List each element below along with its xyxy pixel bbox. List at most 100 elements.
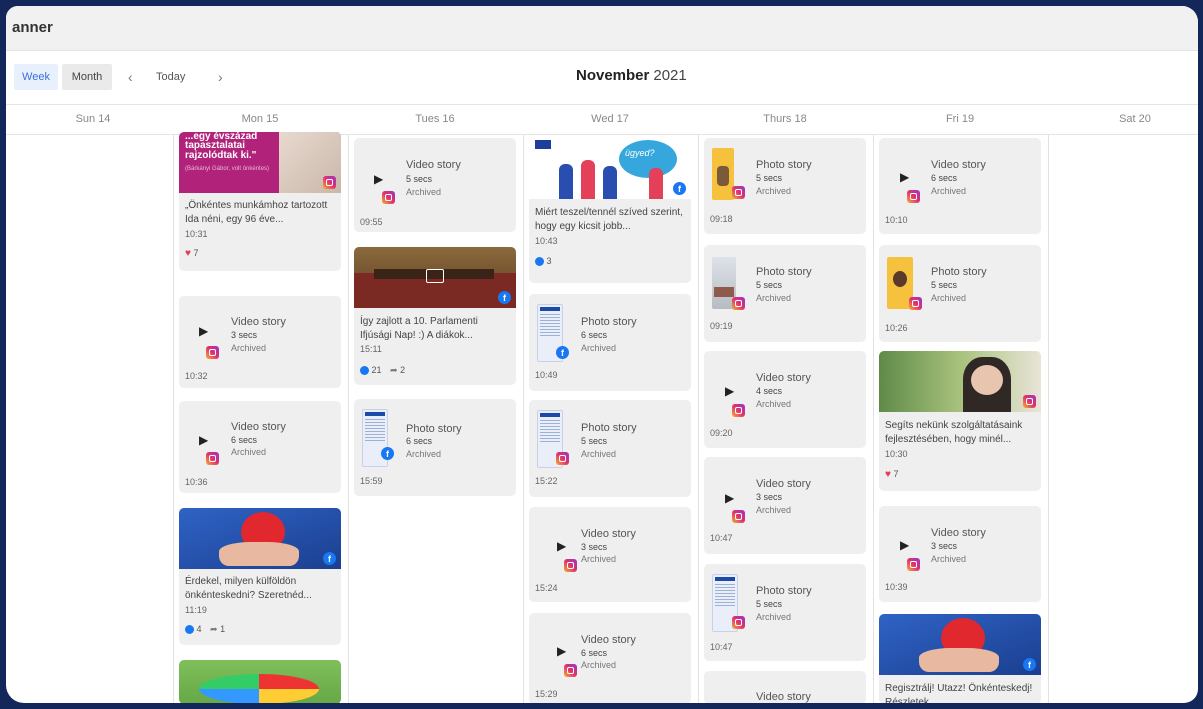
facebook-icon: f: [323, 552, 336, 565]
post-text: „Önkéntes munkámhoz tartozott Ida néni, …: [185, 200, 328, 225]
facebook-icon: f: [673, 182, 686, 195]
video-story-card[interactable]: ▶ Video story 3 secs Archived 10:47: [704, 457, 866, 554]
story-title: Photo story: [931, 266, 987, 278]
play-icon: ▶: [199, 433, 209, 447]
post-card[interactable]: Segíts nekünk szolgáltatásaink fejleszté…: [879, 351, 1041, 491]
play-icon: ▶: [374, 172, 384, 186]
story-title: Video story: [931, 159, 986, 171]
video-story-card[interactable]: ▶ Video story 3 secs Archived 10:39: [879, 506, 1041, 602]
post-time: 15:29: [535, 689, 558, 699]
instagram-icon: [382, 191, 395, 204]
instagram-icon: [556, 452, 569, 465]
photo-story-card[interactable]: Photo story 5 secs Archived 10:26: [879, 245, 1041, 342]
year: 2021: [653, 67, 687, 84]
share-icon: ➦: [390, 365, 398, 375]
play-icon: ▶: [557, 539, 567, 553]
story-title: Video story: [581, 634, 636, 646]
play-icon: ▶: [557, 644, 567, 658]
day-header-fri: Fri 19: [945, 113, 975, 125]
video-story-card[interactable]: ▶ Video story 4 secs Archived 09:20: [704, 351, 866, 448]
post-time: 10:49: [535, 370, 558, 380]
story-status: Archived: [231, 343, 267, 353]
month-view-button[interactable]: Month: [62, 64, 112, 90]
photo-story-card[interactable]: Photo story 5 secs Archived 09:18: [704, 138, 866, 234]
story-status: Archived: [231, 447, 267, 457]
story-duration: 3 secs: [931, 541, 958, 551]
photo-story-card[interactable]: Photo story 5 secs Archived 15:22: [529, 400, 691, 497]
play-icon: ▶: [199, 324, 209, 338]
video-story-card[interactable]: ▶ Video story 6 secs Archived 15:29: [529, 613, 691, 703]
today-button[interactable]: Today: [156, 64, 185, 90]
story-title: Photo story: [756, 159, 812, 171]
story-title: Photo story: [756, 585, 812, 597]
post-card[interactable]: ügyed? f Miért teszel/tennél szíved szer…: [529, 138, 691, 283]
instagram-icon: [732, 510, 745, 523]
post-stats: ♥ 7: [185, 248, 198, 259]
day-column-fri: ▶ Video story 6 secs Archived 10:10 Phot…: [873, 134, 1048, 703]
story-title: Video story: [756, 478, 811, 490]
post-time: 10:47: [710, 642, 733, 652]
instagram-icon: [907, 558, 920, 571]
video-story-card[interactable]: ▶ Video story 5 secs Archived 09:55: [354, 138, 516, 232]
like-count: 4: [196, 624, 202, 634]
instagram-icon: [564, 559, 577, 572]
post-card[interactable]: ...egy évszázad tapasztalatai rajzolódta…: [179, 132, 341, 271]
photo-story-card[interactable]: f Photo story 6 secs Archived 15:59: [354, 399, 516, 496]
post-time: 09:20: [710, 428, 733, 438]
video-story-card[interactable]: ▶ Video story 6 secs Archived 10:10: [879, 138, 1041, 234]
story-duration: 3 secs: [231, 330, 258, 340]
photo-story-card[interactable]: Photo story 5 secs Archived 09:19: [704, 245, 866, 342]
heart-icon: ♥: [185, 248, 191, 259]
story-status: Archived: [581, 343, 617, 353]
story-duration: 6 secs: [231, 435, 258, 445]
post-time: 10:47: [710, 533, 733, 543]
story-status: Archived: [756, 612, 792, 622]
photo-story-card[interactable]: Photo story 5 secs Archived 10:47: [704, 564, 866, 661]
next-week-icon[interactable]: ›: [218, 64, 223, 90]
story-duration: 5 secs: [406, 174, 433, 184]
like-icon: [535, 257, 544, 267]
post-stats: ♥ 7: [885, 469, 898, 480]
post-card[interactable]: [179, 660, 341, 703]
instagram-icon: [564, 664, 577, 677]
post-text: Regisztrálj! Utazz! Önkénteskedj! Részle…: [885, 683, 1033, 703]
previous-week-icon[interactable]: ‹: [128, 64, 133, 90]
story-title: Video story: [931, 527, 986, 539]
video-story-card[interactable]: Video story: [704, 671, 866, 703]
post-card[interactable]: f Regisztrálj! Utazz! Önkénteskedj! Rész…: [879, 614, 1041, 703]
story-duration: 3 secs: [581, 542, 608, 552]
photo-story-card[interactable]: f Photo story 6 secs Archived 10:49: [529, 294, 691, 391]
post-card[interactable]: f Így zajlott a 10. Parlamenti Ifjúsági …: [354, 247, 516, 385]
video-story-card[interactable]: ▶ Video story 3 secs Archived 10:32: [179, 296, 341, 388]
share-count: 2: [400, 365, 406, 375]
post-time: 10:30: [885, 449, 908, 459]
post-text: Miért teszel/tennél szíved szerint, hogy…: [535, 207, 683, 232]
day-column-sat: [1048, 134, 1198, 703]
video-story-card[interactable]: ▶ Video story 3 secs Archived 15:24: [529, 507, 691, 602]
story-title: Photo story: [581, 316, 637, 328]
instagram-icon: [732, 404, 745, 417]
story-title: Photo story: [581, 422, 637, 434]
post-time: 10:39: [885, 582, 908, 592]
app-title: anner: [12, 19, 53, 36]
like-icon: [185, 625, 194, 635]
facebook-icon: f: [556, 346, 569, 359]
story-thumbnail: [712, 148, 734, 200]
post-time: 10:43: [535, 236, 558, 246]
heart-count: 7: [893, 469, 899, 479]
post-time: 15:24: [535, 583, 558, 593]
story-duration: 6 secs: [581, 330, 608, 340]
week-view-button[interactable]: Week: [14, 64, 58, 90]
story-title: Video story: [756, 372, 811, 384]
post-text: Segíts nekünk szolgáltatásaink fejleszté…: [885, 420, 1023, 445]
instagram-icon: [732, 186, 745, 199]
post-card[interactable]: f Érdekel, milyen külföldön önkénteskedn…: [179, 508, 341, 645]
thumb-line-3: rajzolódtak ki.": [185, 150, 257, 161]
video-story-card[interactable]: ▶ Video story 6 secs Archived 10:36: [179, 401, 341, 493]
share-count: 1: [220, 624, 226, 634]
post-stats: 21 ➦ 2: [360, 365, 405, 376]
day-header-wed: Wed 17: [591, 113, 629, 125]
post-thumbnail: f: [879, 614, 1041, 675]
story-status: Archived: [756, 186, 792, 196]
like-icon: [360, 366, 369, 376]
